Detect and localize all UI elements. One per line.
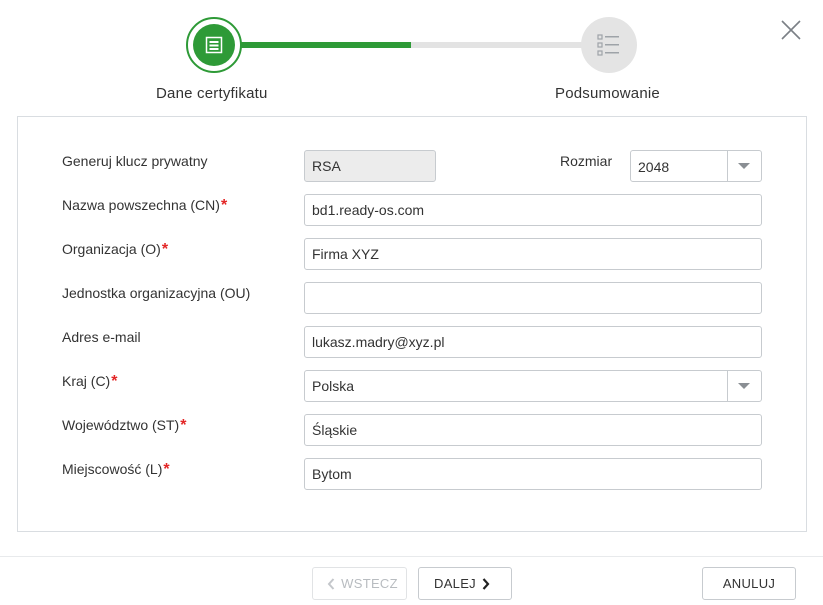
- cancel-button[interactable]: ANULUJ: [702, 567, 796, 600]
- email-input[interactable]: lukasz.madry@xyz.pl: [304, 326, 762, 358]
- back-button-label: WSTECZ: [341, 576, 398, 591]
- step-1-label: Dane certyfikatu: [156, 85, 268, 102]
- org-unit-label: Jednostka organizacyjna (OU): [62, 285, 251, 301]
- organization-label: Organizacja (O)*: [62, 241, 169, 258]
- next-button[interactable]: DALEJ: [418, 567, 512, 600]
- checklist-icon: [597, 34, 619, 56]
- country-value: Polska: [312, 378, 355, 394]
- state-input[interactable]: Śląskie: [304, 414, 762, 446]
- common-name-input[interactable]: bd1.ready-os.com: [304, 194, 762, 226]
- chevron-down-icon[interactable]: [727, 371, 761, 401]
- required-mark: *: [161, 241, 169, 258]
- locality-input[interactable]: Bytom: [304, 458, 762, 490]
- cancel-button-label: ANULUJ: [722, 576, 776, 591]
- country-label: Kraj (C)*: [62, 373, 118, 390]
- locality-label: Miejscowość (L)*: [62, 461, 170, 478]
- key-size-value: 2048: [638, 159, 670, 175]
- org-unit-input[interactable]: [304, 282, 762, 314]
- required-mark: *: [180, 417, 187, 434]
- close-icon[interactable]: [779, 18, 803, 42]
- step-2-label: Podsumowanie: [555, 85, 660, 102]
- footer-divider: [0, 556, 823, 557]
- certificate-form-icon: [205, 36, 223, 54]
- chevron-right-icon: [482, 577, 490, 590]
- common-name-label: Nazwa powszechna (CN)*: [62, 197, 228, 214]
- step-2-indicator: [581, 17, 637, 73]
- organization-input[interactable]: Firma XYZ: [304, 238, 762, 270]
- country-select[interactable]: Polska: [304, 370, 762, 402]
- private-key-label: Generuj klucz prywatny: [62, 153, 208, 169]
- email-label: Adres e-mail: [62, 329, 141, 345]
- required-mark: *: [220, 197, 228, 214]
- private-key-field: RSA: [304, 150, 436, 182]
- key-size-select[interactable]: 2048: [630, 150, 762, 182]
- back-button[interactable]: WSTECZ: [312, 567, 407, 600]
- required-mark: *: [163, 461, 170, 478]
- state-label: Województwo (ST)*: [62, 417, 187, 434]
- progress-fill: [240, 42, 411, 48]
- next-button-label: DALEJ: [434, 576, 476, 591]
- key-size-label: Rozmiar: [560, 153, 613, 169]
- chevron-down-icon[interactable]: [727, 151, 761, 181]
- step-1-indicator: [186, 17, 242, 73]
- required-mark: *: [111, 373, 118, 390]
- chevron-left-icon: [327, 577, 335, 590]
